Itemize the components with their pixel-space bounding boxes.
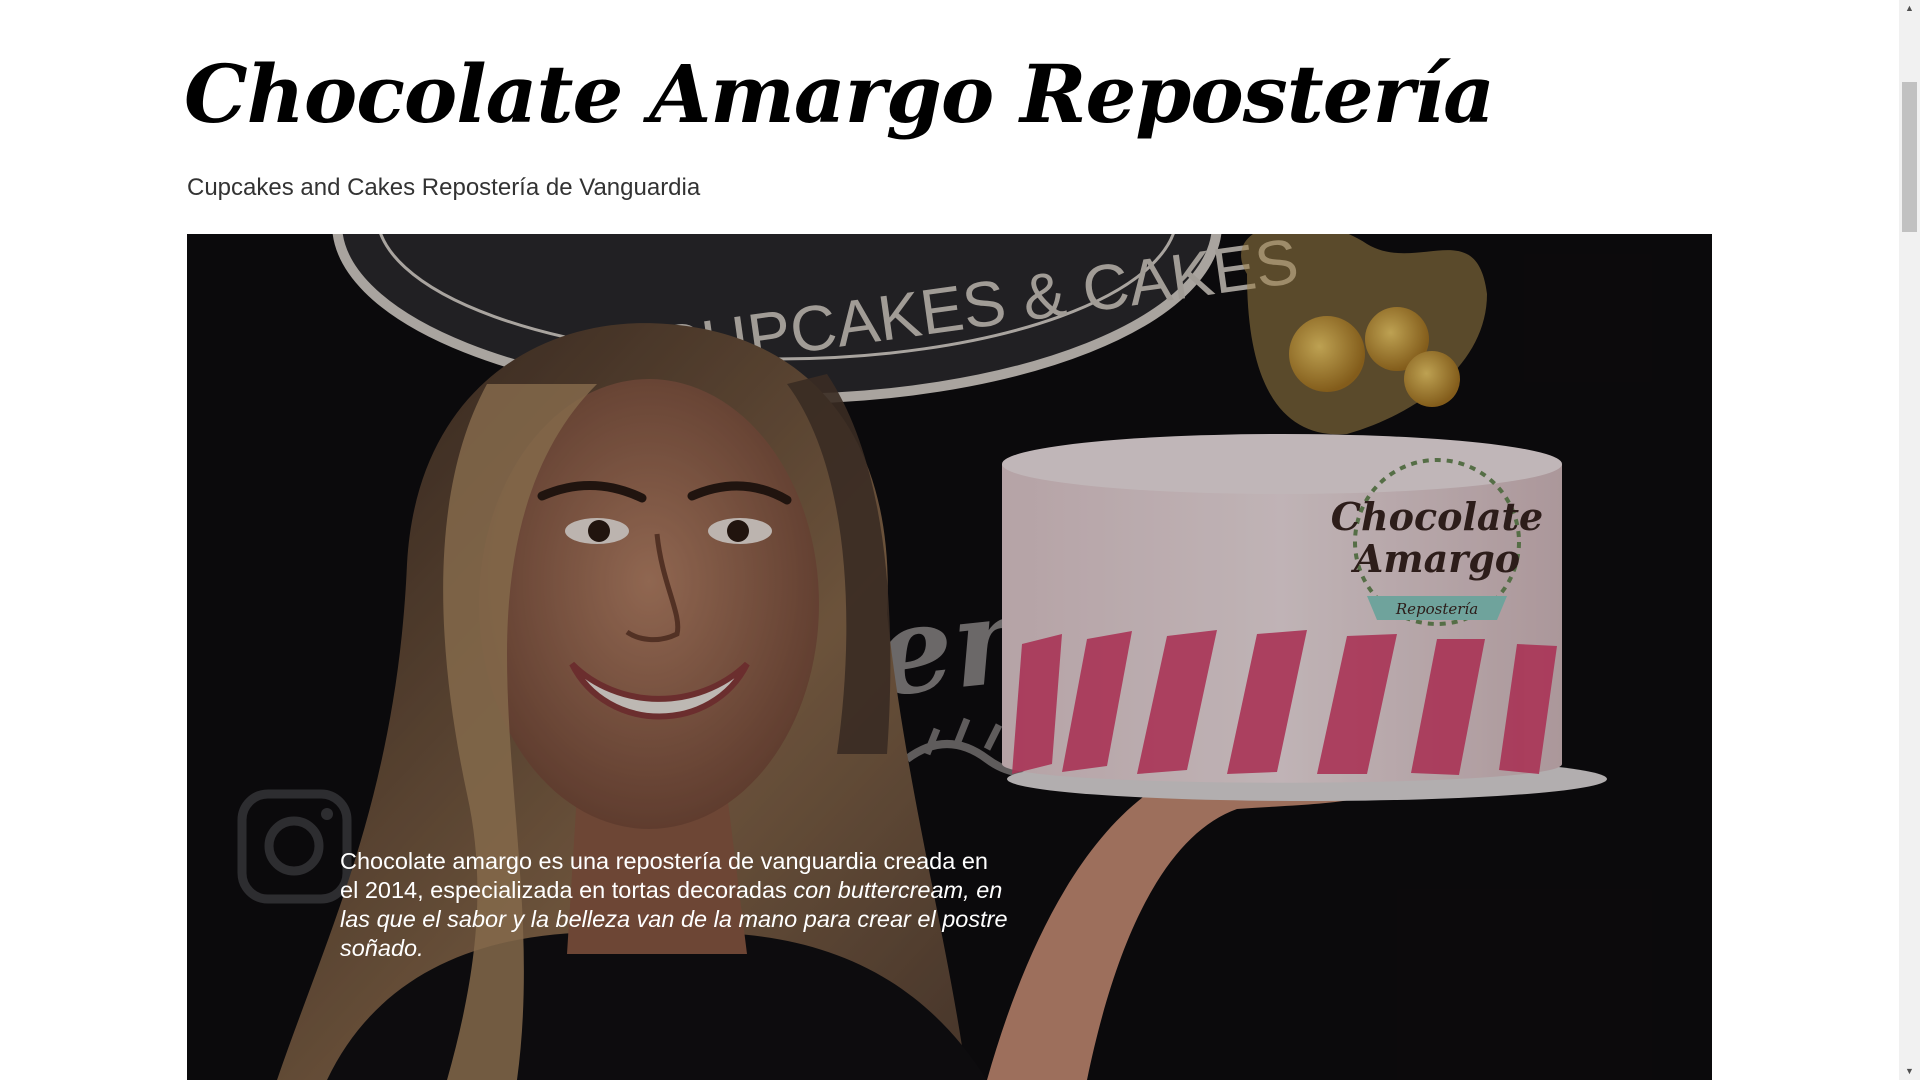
scroll-up-icon[interactable]: ▲ [1899,0,1920,17]
scroll-thumb[interactable] [1902,82,1917,232]
vertical-scrollbar[interactable]: ▲ ▼ [1899,0,1920,1080]
site-tagline: Cupcakes and Cakes Repostería de Vanguar… [187,174,701,201]
hero-description: Chocolate amargo es una repostería de va… [340,847,1010,963]
site-title[interactable]: Chocolate Amargo Repostería [184,46,1495,142]
scroll-down-icon[interactable]: ▼ [1899,1063,1920,1080]
hero-banner: CUPCAKES & CAKES enos! [187,234,1712,1080]
